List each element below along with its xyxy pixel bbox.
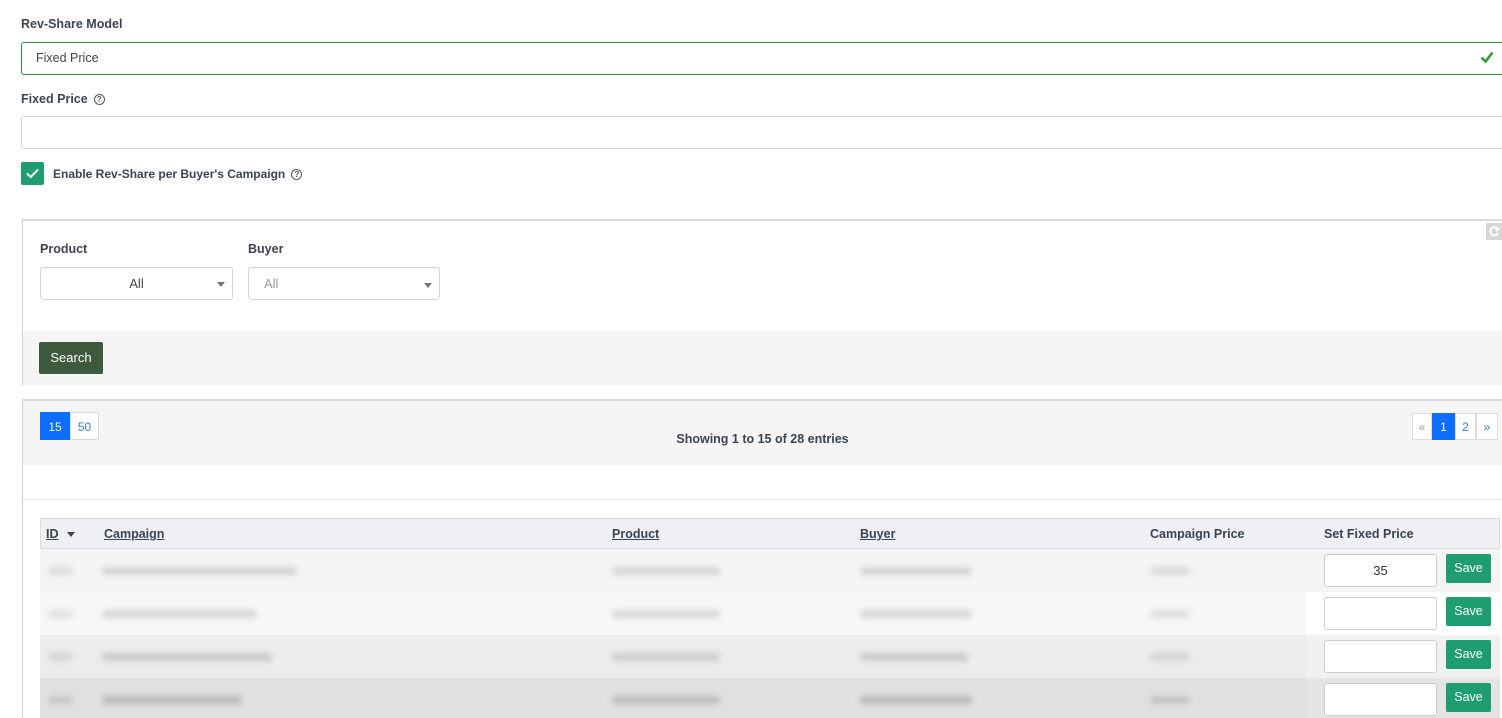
fixed-price-row-input[interactable]: 35 [1324,554,1437,587]
divider [23,499,1502,500]
filter-panel: Product All Buyer All Search [22,219,1502,385]
column-id-label: ID [46,527,59,541]
revshare-model-label: Rev-Share Model [21,17,123,31]
column-id[interactable]: ID [46,527,59,541]
checkmark-icon [26,168,39,179]
enable-revshare-checkbox[interactable] [21,162,44,185]
pagination-prev[interactable]: « [1412,413,1432,440]
fixed-price-label-row: Fixed Price? [21,92,105,106]
redacted-cells [40,635,1306,678]
table-header: ID Campaign Product Buyer Campaign Price… [40,518,1500,549]
chevron-down-icon [424,283,432,288]
refresh-icon [1489,226,1500,237]
product-select[interactable]: All [40,267,233,300]
pagination-page-1[interactable]: 1 [1432,413,1455,440]
fixed-price-row-input[interactable] [1324,683,1437,716]
save-button[interactable]: Save [1446,554,1491,583]
help-icon[interactable]: ? [291,169,303,181]
chevron-down-icon [217,282,225,287]
pagination-next[interactable]: » [1476,413,1498,440]
entries-info: Showing 1 to 15 of 28 entries [676,432,849,446]
enable-revshare-label: Enable Rev-Share per Buyer's Campaign [53,167,286,181]
sort-desc-icon [67,532,75,537]
pagination-page-2[interactable]: 2 [1455,413,1476,440]
search-button[interactable]: Search [39,342,103,374]
filter-footer: Search [23,331,1502,385]
redacted-cells [40,678,1306,718]
table-row: Save [40,678,1500,718]
table-row: Save [40,592,1500,635]
revshare-model-value: Fixed Price [36,51,99,65]
buyer-select-value: All [264,276,279,291]
table-row: 35 Save [40,549,1500,592]
save-button[interactable]: Save [1446,683,1491,712]
column-product[interactable]: Product [612,527,659,541]
help-icon[interactable]: ? [93,94,105,106]
redacted-cells [40,592,1306,635]
enable-revshare-label-row: Enable Rev-Share per Buyer's Campaign? [53,167,303,181]
redacted-cells [40,549,1306,592]
save-button[interactable]: Save [1446,640,1491,669]
product-select-value: All [129,276,144,291]
column-campaign[interactable]: Campaign [104,527,164,541]
fixed-price-input[interactable] [21,116,1502,149]
buyer-select[interactable]: All [248,267,440,300]
table-toolbar: 15 50 Showing 1 to 15 of 28 entries « 1 … [23,401,1502,465]
column-campaign-price: Campaign Price [1150,527,1245,541]
fixed-price-label: Fixed Price [21,92,88,106]
product-filter-label: Product [40,242,88,256]
fixed-price-row-input[interactable] [1324,640,1437,673]
column-set-fixed-price: Set Fixed Price [1324,527,1414,541]
fixed-price-row-input[interactable] [1324,597,1437,630]
valid-check-icon [1480,51,1494,64]
column-buyer[interactable]: Buyer [860,527,895,541]
table-panel: 15 50 Showing 1 to 15 of 28 entries « 1 … [22,399,1502,718]
save-button[interactable]: Save [1446,597,1491,626]
revshare-model-select[interactable]: Fixed Price [21,42,1502,75]
buyer-filter-label: Buyer [248,242,284,256]
table-row: Save [40,635,1500,678]
refresh-button[interactable] [1486,223,1502,240]
